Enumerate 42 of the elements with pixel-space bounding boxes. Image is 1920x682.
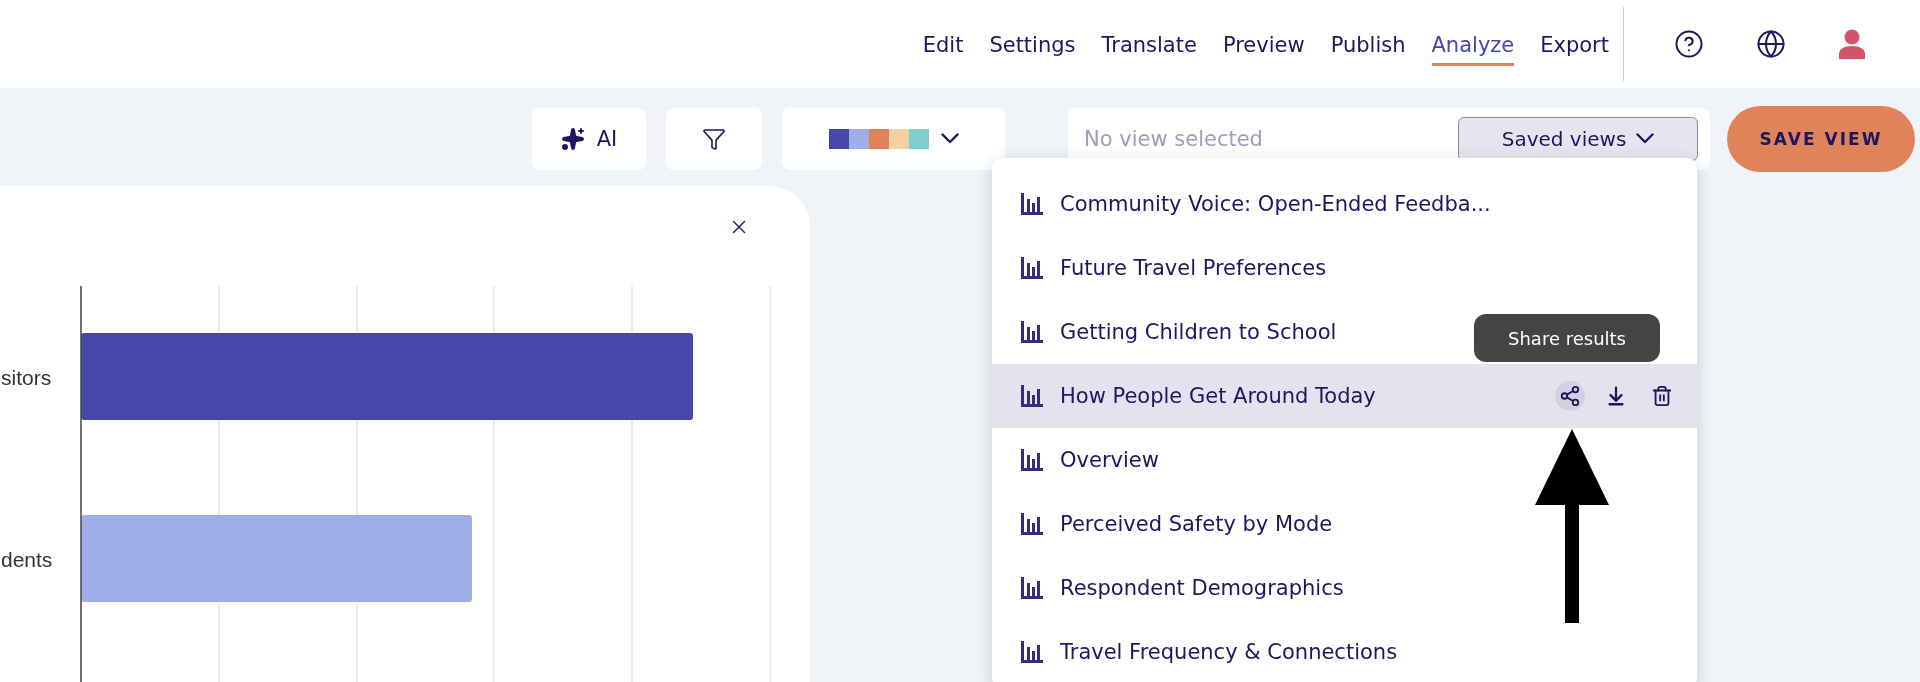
bar-chart-icon [1020, 513, 1044, 535]
bar-chart-icon [1020, 641, 1044, 663]
save-view-button[interactable]: SAVE VIEW [1727, 105, 1915, 172]
bar-chart-icon [1020, 321, 1044, 343]
nav-link[interactable]: Preview [1222, 22, 1305, 66]
nav-link[interactable]: Export [1540, 22, 1609, 66]
trash-icon [1651, 385, 1673, 407]
menu-item[interactable]: Travel Frequency & Connections [1060, 640, 1398, 664]
filter-icon [702, 126, 726, 151]
bar-chart-icon [1020, 385, 1044, 407]
menu-item[interactable]: Overview [1060, 448, 1159, 472]
bar-chart-icon [1020, 193, 1044, 215]
menu-item[interactable]: Perceived Safety by Mode [1060, 512, 1333, 536]
sparkles-icon [560, 126, 585, 151]
bar-chart-icon [1020, 577, 1044, 599]
user-icon[interactable] [1838, 29, 1866, 59]
help-icon[interactable] [1674, 29, 1704, 59]
menu-item[interactable]: Community Voice: Open-Ended Feedba... [1060, 192, 1491, 216]
bar-chart-icon [1020, 257, 1044, 279]
menu-item[interactable]: How People Get Around Today [992, 364, 1697, 428]
filter-button[interactable] [666, 107, 762, 170]
menu-item[interactable]: Future Travel Preferences [1060, 256, 1327, 280]
ai-button[interactable]: AI [532, 107, 646, 170]
saved-views-button[interactable]: Saved views [1458, 116, 1698, 161]
nav-link[interactable]: Analyze [1431, 22, 1515, 66]
category-label: sitors [1, 366, 52, 389]
chevron-down-icon [940, 133, 959, 144]
category-label: dents [1, 548, 53, 571]
menu-item-label: How People Get Around Today [1060, 384, 1376, 408]
tooltip: Share results [1474, 314, 1660, 362]
nav-link[interactable]: Publish [1330, 22, 1406, 66]
nav-link[interactable]: Settings [989, 22, 1076, 66]
globe-icon[interactable] [1756, 29, 1786, 59]
menu-item[interactable]: Respondent Demographics [1060, 576, 1344, 600]
bar-chart-icon [1020, 449, 1044, 471]
nav-link[interactable]: Edit [922, 22, 964, 66]
menu-item[interactable]: Getting Children to School [1060, 320, 1337, 344]
nav-link[interactable]: Translate [1101, 22, 1197, 66]
color-palette-button[interactable] [782, 107, 1005, 170]
chevron-down-icon [1636, 133, 1655, 144]
share-button[interactable] [1555, 381, 1585, 411]
share-icon [1559, 385, 1581, 407]
